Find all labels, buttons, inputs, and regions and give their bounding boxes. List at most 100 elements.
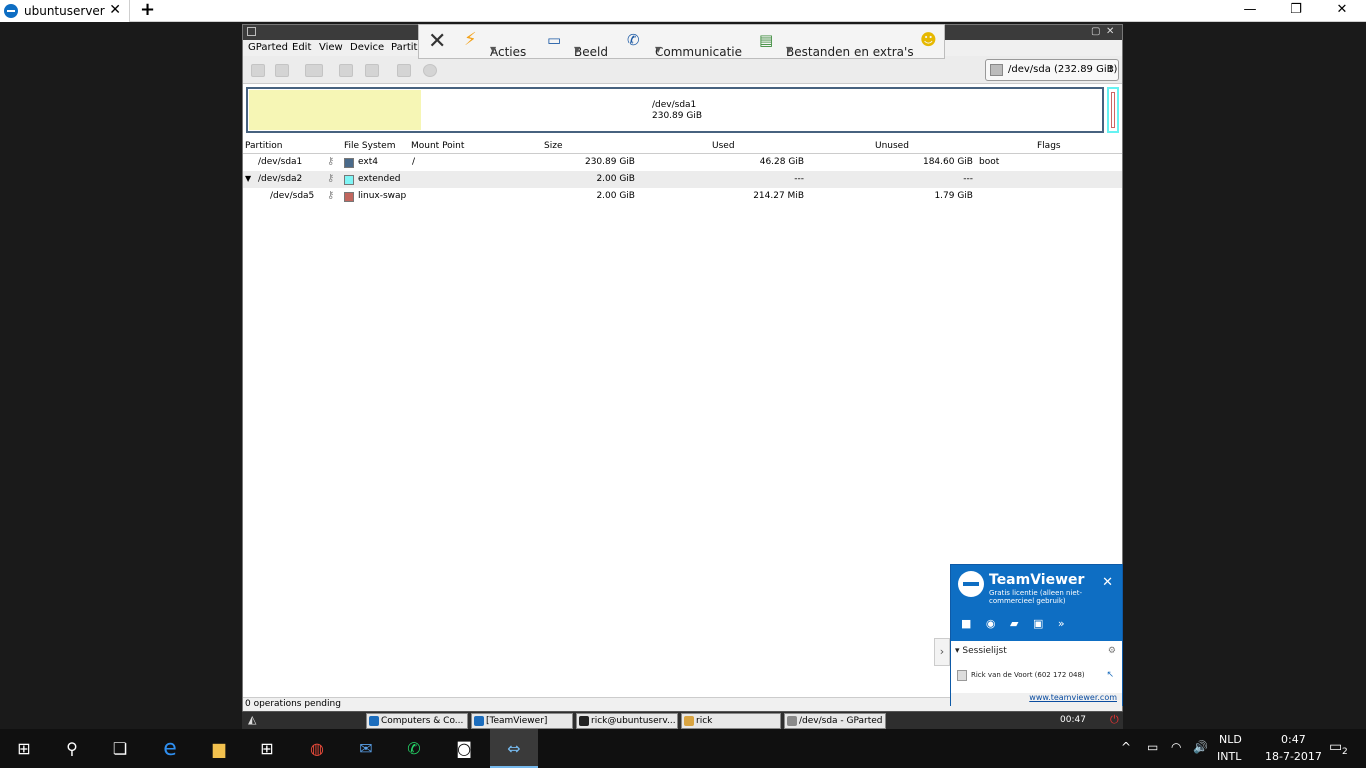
row-partition: /dev/sda2 <box>258 174 303 184</box>
col-filesystem[interactable]: File System <box>344 141 395 151</box>
panel-close-icon[interactable]: ✕ <box>1102 575 1113 590</box>
session-list-header[interactable]: ▾ Sessielijst <box>955 646 1007 656</box>
row-used: 46.28 GiB <box>759 157 804 167</box>
graph-partition-name: /dev/sda1 <box>652 100 697 110</box>
device-selector[interactable]: /dev/sda (232.89 GiB) ⇕ <box>985 59 1119 81</box>
close-window-button[interactable]: ✕ <box>1319 0 1365 22</box>
partition-graph-sda1[interactable]: /dev/sda1 230.89 GiB <box>246 87 1104 133</box>
teamviewer-taskbar-icon[interactable]: ⇔ <box>490 729 538 768</box>
undo-icon[interactable] <box>397 64 411 77</box>
panel-expand-button[interactable]: › <box>934 638 950 666</box>
col-size[interactable]: Size <box>544 141 562 151</box>
remote-task-gparted[interactable]: /dev/sda - GParted <box>784 713 886 729</box>
gparted-toolbar: /dev/sda (232.89 GiB) ⇕ <box>243 56 1122 84</box>
headset-icon[interactable]: ◉ <box>986 617 996 630</box>
camera-icon[interactable]: ◙ <box>440 729 488 768</box>
fs-color-swatch <box>344 158 354 168</box>
delete-icon[interactable] <box>275 64 289 77</box>
license-text: Gratis licentie (alleen niet-commercieel… <box>989 589 1082 605</box>
power-icon[interactable]: ⏻ <box>1110 713 1119 727</box>
lightning-icon: ⚡ <box>464 29 477 50</box>
smiley-icon[interactable]: ☻ <box>920 30 937 49</box>
menu-device[interactable]: Device <box>350 42 384 53</box>
wifi-icon[interactable]: ◠ <box>1171 740 1181 754</box>
whatsapp-icon[interactable]: ✆ <box>390 729 438 768</box>
table-row[interactable]: /dev/sda5 ⚷ linux-swap 2.00 GiB 214.27 M… <box>243 188 1122 205</box>
paste-icon[interactable] <box>365 64 379 77</box>
remote-task-rick[interactable]: rick <box>681 713 781 729</box>
apply-icon[interactable] <box>423 64 437 77</box>
teamviewer-toolbar: ✕ ⚡ Acties ▼ ▭ Beeld ▼ ✆ Communicatie ▼ … <box>418 24 945 59</box>
chat-icon[interactable]: ▰ <box>1010 617 1018 630</box>
row-unused: 1.79 GiB <box>934 191 973 201</box>
store-icon[interactable]: ⊞ <box>243 729 291 768</box>
search-icon[interactable]: ⚲ <box>48 729 96 768</box>
more-icon[interactable]: » <box>1058 617 1065 630</box>
col-partition[interactable]: Partition <box>245 141 283 151</box>
remote-task-teamviewer[interactable]: [TeamViewer] <box>471 713 573 729</box>
minimize-button[interactable]: — <box>1227 0 1273 22</box>
maximize-button[interactable]: ❐ <box>1273 0 1319 22</box>
gear-icon[interactable]: ⚙ <box>1108 646 1116 656</box>
remote-task-terminal[interactable]: rick@ubuntuserv... <box>576 713 678 729</box>
tab-close-icon[interactable]: ✕ <box>109 2 121 18</box>
menu-view[interactable]: View <box>319 42 343 53</box>
partition-graph-swap[interactable] <box>1111 92 1115 128</box>
teamviewer-panel-header: TeamViewer Gratis licentie (alleen niet-… <box>951 565 1122 641</box>
start-icon[interactable]: ⊞ <box>0 729 48 768</box>
folder-icon <box>684 716 694 726</box>
notification-icon[interactable]: ▭ <box>1329 739 1342 755</box>
menu-gparted[interactable]: GParted <box>248 42 288 53</box>
tab-ubuntuserver[interactable]: ubuntuserver ✕ <box>0 0 130 22</box>
row-unused: 184.60 GiB <box>922 157 973 167</box>
col-flags[interactable]: Flags <box>1037 141 1061 151</box>
notification-count: 2 <box>1342 747 1348 757</box>
tab-bar: ubuntuserver ✕ + — ❐ ✕ <box>0 0 1366 22</box>
fs-color-swatch <box>344 175 354 185</box>
pointer-icon[interactable]: ↖ <box>1106 670 1114 680</box>
table-row[interactable]: ▼ /dev/sda2 ⚷ extended 2.00 GiB --- --- <box>243 171 1122 188</box>
updown-icon: ⇕ <box>1107 65 1115 75</box>
new-icon[interactable] <box>251 64 265 77</box>
edge-icon[interactable]: e <box>146 729 194 768</box>
battery-icon[interactable]: ▭ <box>1147 740 1158 754</box>
menu-icon[interactable]: ◭ <box>248 713 256 726</box>
phone-icon: ✆ <box>627 31 640 49</box>
col-unused[interactable]: Unused <box>875 141 909 151</box>
remote-task-computers[interactable]: Computers & Co... <box>366 713 468 729</box>
menu-partition[interactable]: Partiti <box>391 42 420 53</box>
language-top[interactable]: NLD <box>1219 733 1242 746</box>
window-menu-icon[interactable] <box>247 27 256 36</box>
table-header: Partition File System Mount Point Size U… <box>243 139 1122 154</box>
copy-icon[interactable] <box>339 64 353 77</box>
video-icon[interactable]: ■ <box>961 617 971 630</box>
expander-icon[interactable]: ▼ <box>245 174 251 183</box>
menu-edit[interactable]: Edit <box>292 42 311 53</box>
chrome-icon[interactable]: ◍ <box>293 729 341 768</box>
maximize-icon[interactable]: ▢ <box>1091 26 1100 37</box>
session-user[interactable]: Rick van de Voort (602 172 048) <box>971 671 1085 679</box>
clock-time[interactable]: 0:47 <box>1281 733 1306 746</box>
close-icon[interactable]: ✕ <box>1106 26 1114 37</box>
row-filesystem: linux-swap <box>358 191 407 201</box>
file-box-icon[interactable]: ▣ <box>1033 617 1043 630</box>
file-explorer-icon[interactable]: ▆ <box>195 729 243 768</box>
clock-date[interactable]: 18-7-2017 <box>1265 750 1322 763</box>
volume-icon[interactable]: 🔊 <box>1193 740 1208 754</box>
col-mountpoint[interactable]: Mount Point <box>411 141 464 151</box>
table-row[interactable]: /dev/sda1 ⚷ ext4 / 230.89 GiB 46.28 GiB … <box>243 154 1122 171</box>
resize-icon[interactable] <box>305 64 323 77</box>
remote-taskbar: ◭ Computers & Co... [TeamViewer] rick@ub… <box>242 711 1123 729</box>
close-session-icon[interactable]: ✕ <box>428 29 446 54</box>
language-bottom[interactable]: INTL <box>1217 750 1241 763</box>
teamviewer-link[interactable]: www.teamviewer.com <box>951 693 1122 706</box>
key-icon: ⚷ <box>327 173 335 184</box>
thunderbird-icon[interactable]: ✉ <box>342 729 390 768</box>
new-tab-button[interactable]: + <box>140 0 155 20</box>
row-used: --- <box>794 174 804 184</box>
partition-graph-extended[interactable] <box>1107 87 1119 133</box>
task-view-icon[interactable]: ❏ <box>96 729 144 768</box>
chevron-up-icon[interactable]: ^ <box>1121 740 1131 754</box>
col-used[interactable]: Used <box>712 141 735 151</box>
teamviewer-icon <box>369 716 379 726</box>
